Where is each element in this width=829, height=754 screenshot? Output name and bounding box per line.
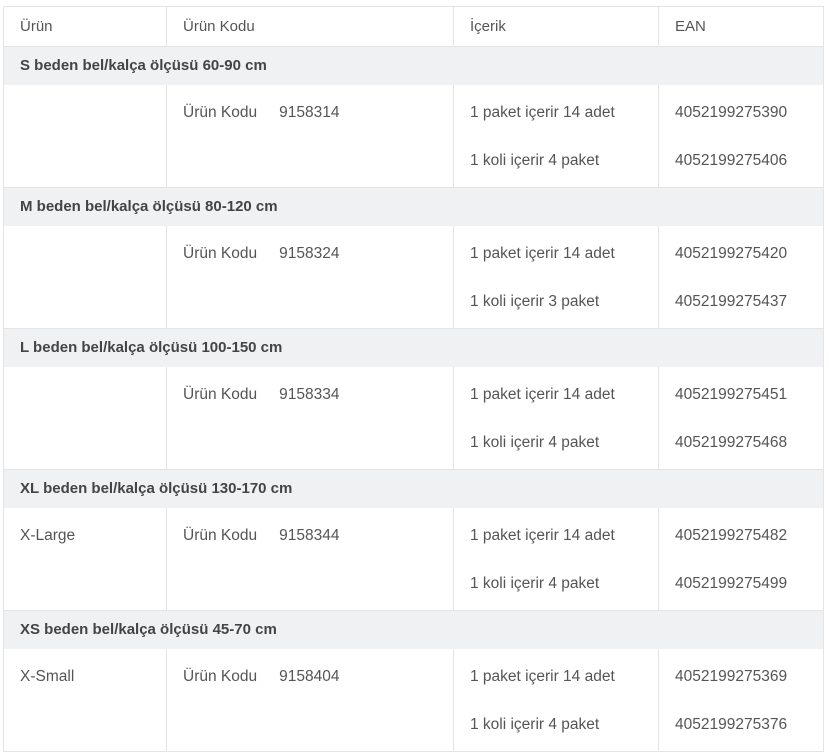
group-title: XS beden bel/kalça ölçüsü 45-70 cm — [20, 621, 277, 638]
ean-box: 4052199275499 — [675, 575, 788, 592]
product-cell: X-Small — [4, 649, 167, 751]
code-label: Ürün Kodu — [183, 245, 258, 262]
ean-cell: 4052199275451 4052199275468 — [659, 367, 823, 469]
code-cell: Ürün Kodu 9158344 — [167, 508, 454, 610]
content-package: 1 paket içerir 14 adet — [470, 104, 615, 121]
content-box: 1 koli içerir 4 paket — [470, 575, 600, 592]
ean-box: 4052199275437 — [675, 293, 788, 310]
code-label: Ürün Kodu — [183, 386, 258, 403]
content-package: 1 paket içerir 14 adet — [470, 386, 615, 403]
product-cell — [4, 367, 167, 469]
content-box: 1 koli içerir 3 paket — [470, 293, 600, 310]
ean-package: 4052199275390 — [675, 104, 788, 121]
content-package: 1 paket içerir 14 adet — [470, 668, 615, 685]
code-label: Ürün Kodu — [183, 527, 258, 544]
group-header-row: XS beden bel/kalça ölçüsü 45-70 cm — [4, 611, 823, 649]
ean-box: 4052199275376 — [675, 716, 788, 733]
code-cell: Ürün Kodu 9158314 — [167, 85, 454, 187]
code-cell: Ürün Kodu 9158324 — [167, 226, 454, 328]
content-cell: 1 paket içerir 14 adet 1 koli içerir 4 pa… — [454, 367, 659, 469]
table-row: Ürün Kodu 9158324 1 paket içerir 14 adet 1… — [4, 226, 823, 329]
content-cell: 1 paket içerir 14 adet 1 koli içerir 4 pa… — [454, 85, 659, 187]
code-cell: Ürün Kodu 9158404 — [167, 649, 454, 751]
group-title: L beden bel/kalça ölçüsü 100-150 cm — [20, 339, 283, 356]
content-cell: 1 paket içerir 14 adet 1 koli içerir 4 pa… — [454, 649, 659, 751]
ean-cell: 4052199275420 4052199275437 — [659, 226, 823, 328]
ean-cell: 4052199275482 4052199275499 — [659, 508, 823, 610]
content-package: 1 paket içerir 14 adet — [470, 245, 615, 262]
product-table: Ürün Ürün Kodu İçerik EAN S beden bel/ka… — [3, 6, 824, 752]
header-ean: EAN — [675, 18, 706, 35]
code-label: Ürün Kodu — [183, 104, 258, 121]
ean-cell: 4052199275390 4052199275406 — [659, 85, 823, 187]
product-name: X-Large — [20, 527, 76, 544]
header-product-code: Ürün Kodu — [167, 7, 454, 46]
ean-package: 4052199275369 — [675, 668, 788, 685]
content-package: 1 paket içerir 14 adet — [470, 527, 615, 544]
table-row: Ürün Kodu 9158334 1 paket içerir 14 adet 1… — [4, 367, 823, 470]
table-row: Ürün Kodu 9158314 1 paket içerir 14 adet 1… — [4, 85, 823, 188]
product-name: X-Small — [20, 668, 75, 685]
code-value: 9158314 — [279, 104, 340, 121]
product-cell — [4, 85, 167, 187]
group-header-row: XL beden bel/kalça ölçüsü 130-170 cm — [4, 470, 823, 508]
header-product: Ürün — [4, 7, 167, 46]
group-title: XL beden bel/kalça ölçüsü 130-170 cm — [20, 480, 293, 497]
ean-package: 4052199275451 — [675, 386, 788, 403]
content-box: 1 koli içerir 4 paket — [470, 716, 600, 733]
product-cell — [4, 226, 167, 328]
content-box: 1 koli içerir 4 paket — [470, 434, 600, 451]
group-title: S beden bel/kalça ölçüsü 60-90 cm — [20, 57, 267, 74]
content-box: 1 koli içerir 4 paket — [470, 152, 600, 169]
code-value: 9158344 — [279, 527, 340, 544]
table-header-row: Ürün Ürün Kodu İçerik EAN — [4, 7, 823, 47]
group-header-row: M beden bel/kalça ölçüsü 80-120 cm — [4, 188, 823, 226]
product-cell: X-Large — [4, 508, 167, 610]
group-title: M beden bel/kalça ölçüsü 80-120 cm — [20, 198, 278, 215]
ean-cell: 4052199275369 4052199275376 — [659, 649, 823, 751]
table-row: X-Small Ürün Kodu 9158404 1 paket içerir … — [4, 649, 823, 752]
code-label: Ürün Kodu — [183, 668, 258, 685]
code-value: 9158334 — [279, 386, 340, 403]
group-header-row: L beden bel/kalça ölçüsü 100-150 cm — [4, 329, 823, 367]
header-content: İçerik — [454, 7, 659, 46]
ean-box: 4052199275406 — [675, 152, 788, 169]
code-value: 9158404 — [279, 668, 340, 685]
code-value: 9158324 — [279, 245, 340, 262]
table-row: X-Large Ürün Kodu 9158344 1 paket içerir … — [4, 508, 823, 611]
ean-package: 4052199275482 — [675, 527, 788, 544]
ean-package: 4052199275420 — [675, 245, 788, 262]
content-cell: 1 paket içerir 14 adet 1 koli içerir 4 pa… — [454, 508, 659, 610]
ean-box: 4052199275468 — [675, 434, 788, 451]
content-cell: 1 paket içerir 14 adet 1 koli içerir 3 pa… — [454, 226, 659, 328]
group-header-row: S beden bel/kalça ölçüsü 60-90 cm — [4, 47, 823, 85]
code-cell: Ürün Kodu 9158334 — [167, 367, 454, 469]
